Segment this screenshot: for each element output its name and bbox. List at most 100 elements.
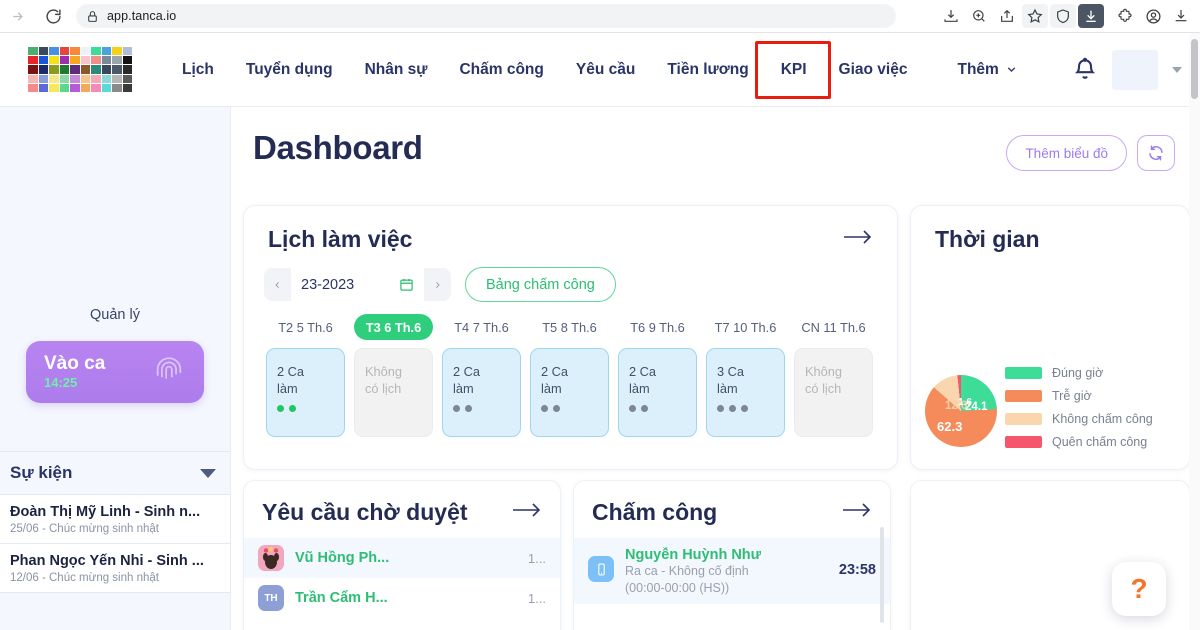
share-icon[interactable] — [994, 4, 1020, 28]
nav-tien-luong[interactable]: Tiền lương — [651, 33, 764, 107]
downloads-icon[interactable] — [1078, 4, 1104, 28]
address-bar[interactable]: app.tanca.io — [76, 4, 896, 28]
schedule-day-text: 2 Ca làm — [277, 364, 305, 397]
attendance-time: 23:58 — [838, 562, 876, 578]
work-schedule-header: Lịch làm việc — [244, 206, 897, 253]
refresh-button[interactable] — [1137, 135, 1175, 171]
profile-icon[interactable] — [1140, 4, 1166, 28]
pending-requests-card: Yêu cầu chờ duyệt Vũ Hồng Ph... 1... TH Trầ… — [243, 480, 561, 630]
logo-cell — [28, 84, 38, 93]
extensions-icon[interactable] — [1112, 4, 1138, 28]
nav-lich[interactable]: Lịch — [166, 33, 230, 107]
timesheet-button[interactable]: Bảng chấm công — [465, 267, 616, 302]
nav-tuyen-dung[interactable]: Tuyển dụng — [230, 33, 349, 107]
nav-giao-viec[interactable]: Giao việc — [823, 33, 924, 107]
week-field[interactable]: 23-2023 — [291, 268, 424, 301]
events-label: Sự kiện — [10, 463, 73, 482]
logo-cell — [112, 46, 122, 55]
user-avatar[interactable] — [1112, 49, 1158, 90]
logo-cell — [80, 46, 90, 55]
pie-chart: 24.1 62.3 12.0 1.6 — [925, 375, 997, 447]
shift-dots — [629, 404, 686, 412]
pending-requests-header: Yêu cầu chờ duyệt — [244, 481, 560, 526]
schedule-day-box[interactable]: 2 Ca làm — [530, 348, 609, 437]
calendar-icon[interactable] — [399, 277, 414, 292]
event-item[interactable]: Đoàn Thị Mỹ Linh - Sinh n... 25/06 - Chúc… — [0, 495, 230, 544]
schedule-day-box[interactable]: 2 Ca làm — [618, 348, 697, 437]
logo-cell — [49, 46, 59, 55]
nav-yeu-cau[interactable]: Yêu cầu — [560, 33, 651, 107]
logo-cell — [91, 65, 101, 74]
nav-kpi-wrapper: KPI — [754, 33, 831, 107]
save-page-icon[interactable] — [938, 4, 964, 28]
browser-toolbar: app.tanca.io — [0, 0, 1200, 33]
notification-bell-icon[interactable] — [1072, 57, 1098, 83]
request-row[interactable]: Vũ Hồng Ph... 1... — [244, 538, 560, 578]
logo-cell — [101, 65, 111, 74]
logo-cell — [59, 84, 69, 93]
attendance-row[interactable]: Nguyễn Huỳnh Như Ra ca - Không cố định (00… — [574, 538, 890, 604]
nav-kpi[interactable]: KPI — [765, 33, 823, 107]
request-meta: 1... — [527, 590, 546, 606]
shift-dots — [277, 404, 334, 412]
schedule-day-label[interactable]: T2 5 Th.6 — [266, 314, 345, 340]
logo-cell — [122, 84, 132, 93]
logo-cell — [112, 55, 122, 65]
schedule-day-box[interactable]: Không có lịch — [794, 348, 873, 437]
events-section-header[interactable]: Sự kiện — [0, 451, 230, 495]
shield-icon[interactable] — [1050, 4, 1076, 28]
page-scrollbar[interactable] — [1189, 33, 1200, 630]
schedule-day-label[interactable]: T3 6 Th.6 — [354, 314, 433, 340]
request-name: Trần Cẩm H... — [295, 590, 388, 606]
week-picker[interactable]: 23-2023 — [264, 268, 451, 301]
logo-cell — [59, 65, 69, 74]
schedule-day-label[interactable]: T5 8 Th.6 — [530, 314, 609, 340]
zoom-in-icon[interactable] — [966, 4, 992, 28]
schedule-day-box[interactable]: 2 Ca làm — [442, 348, 521, 437]
attendance-scrollbar[interactable] — [880, 527, 884, 623]
attendance-arrow-right-icon[interactable] — [842, 501, 872, 524]
schedule-day-label[interactable]: T7 10 Th.6 — [706, 314, 785, 340]
attendance-card: Chấm công Nguyễn Huỳnh Như Ra ca - Không … — [573, 480, 891, 630]
schedule-day-label[interactable]: T6 9 Th.6 — [618, 314, 697, 340]
help-button[interactable]: ? — [1112, 562, 1166, 616]
pending-requests-arrow-right-icon[interactable] — [512, 501, 542, 524]
nav-cham-cong[interactable]: Chấm công — [443, 33, 559, 107]
shift-dot — [629, 404, 636, 412]
nav-nhan-su[interactable]: Nhân sự — [349, 33, 444, 107]
week-next-button[interactable] — [424, 268, 451, 301]
logo-cell — [28, 65, 38, 74]
work-schedule-arrow-right-icon[interactable] — [843, 228, 873, 251]
chevron-down-icon[interactable] — [200, 468, 216, 478]
tanca-logo[interactable] — [28, 46, 132, 93]
schedule-day-box[interactable]: Không có lịch — [354, 348, 433, 437]
check-in-button[interactable]: Vào ca 14:25 — [26, 341, 204, 403]
scrollbar-thumb[interactable] — [1191, 39, 1198, 99]
forward-icon[interactable] — [2, 1, 32, 31]
avatar: TH — [258, 585, 284, 611]
attendance-header: Chấm công — [574, 481, 890, 526]
schedule-day-box[interactable]: 3 Ca làm — [706, 348, 785, 437]
work-schedule-card: Lịch làm việc 23-2023 Bảng chấm công T2 … — [243, 205, 898, 470]
week-prev-button[interactable] — [264, 268, 291, 301]
add-chart-button[interactable]: Thêm biểu đồ — [1006, 135, 1127, 171]
schedule-day-box[interactable]: 2 Ca làm — [266, 348, 345, 437]
schedule-day-label[interactable]: CN 11 Th.6 — [794, 314, 873, 340]
nav-them-more[interactable]: Thêm — [941, 33, 1033, 107]
work-schedule-controls: 23-2023 Bảng chấm công — [244, 253, 897, 302]
install-icon[interactable] — [1168, 4, 1194, 28]
work-schedule-title: Lịch làm việc — [268, 226, 413, 252]
logo-cell — [49, 55, 59, 65]
bookmark-star-icon[interactable] — [1022, 4, 1048, 28]
reload-icon[interactable] — [38, 1, 68, 31]
event-item[interactable]: Phan Ngọc Yến Nhi - Sinh ... 12/06 - Chúc… — [0, 544, 230, 593]
chevron-down-icon[interactable] — [1172, 66, 1182, 73]
event-title: Đoàn Thị Mỹ Linh - Sinh n... — [10, 504, 201, 520]
schedule-day-column: T4 7 Th.6 2 Ca làm — [442, 314, 521, 437]
schedule-day-label[interactable]: T4 7 Th.6 — [442, 314, 521, 340]
events-list: Đoàn Thị Mỹ Linh - Sinh n... 25/06 - Chúc… — [0, 495, 230, 593]
shift-dot — [717, 404, 724, 412]
request-row[interactable]: TH Trần Cẩm H... 1... — [244, 578, 560, 618]
check-in-label: Vào ca — [44, 352, 106, 374]
logo-cell — [122, 55, 132, 65]
